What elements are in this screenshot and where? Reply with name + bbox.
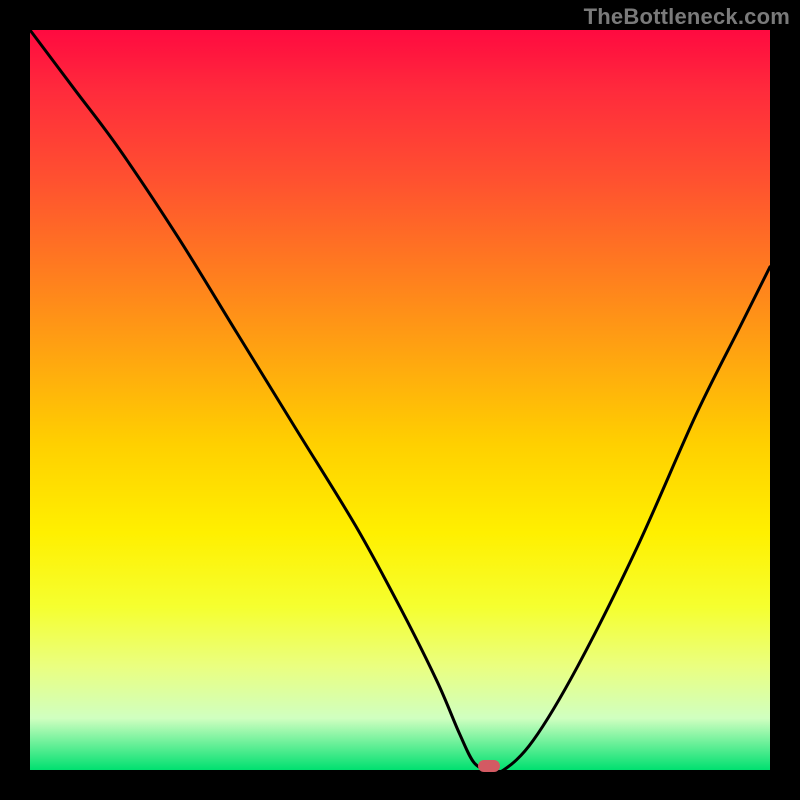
watermark-text: TheBottleneck.com xyxy=(584,4,790,30)
optimal-marker xyxy=(478,760,500,772)
chart-frame: TheBottleneck.com xyxy=(0,0,800,800)
bottleneck-curve xyxy=(30,30,770,770)
plot-area xyxy=(30,30,770,770)
